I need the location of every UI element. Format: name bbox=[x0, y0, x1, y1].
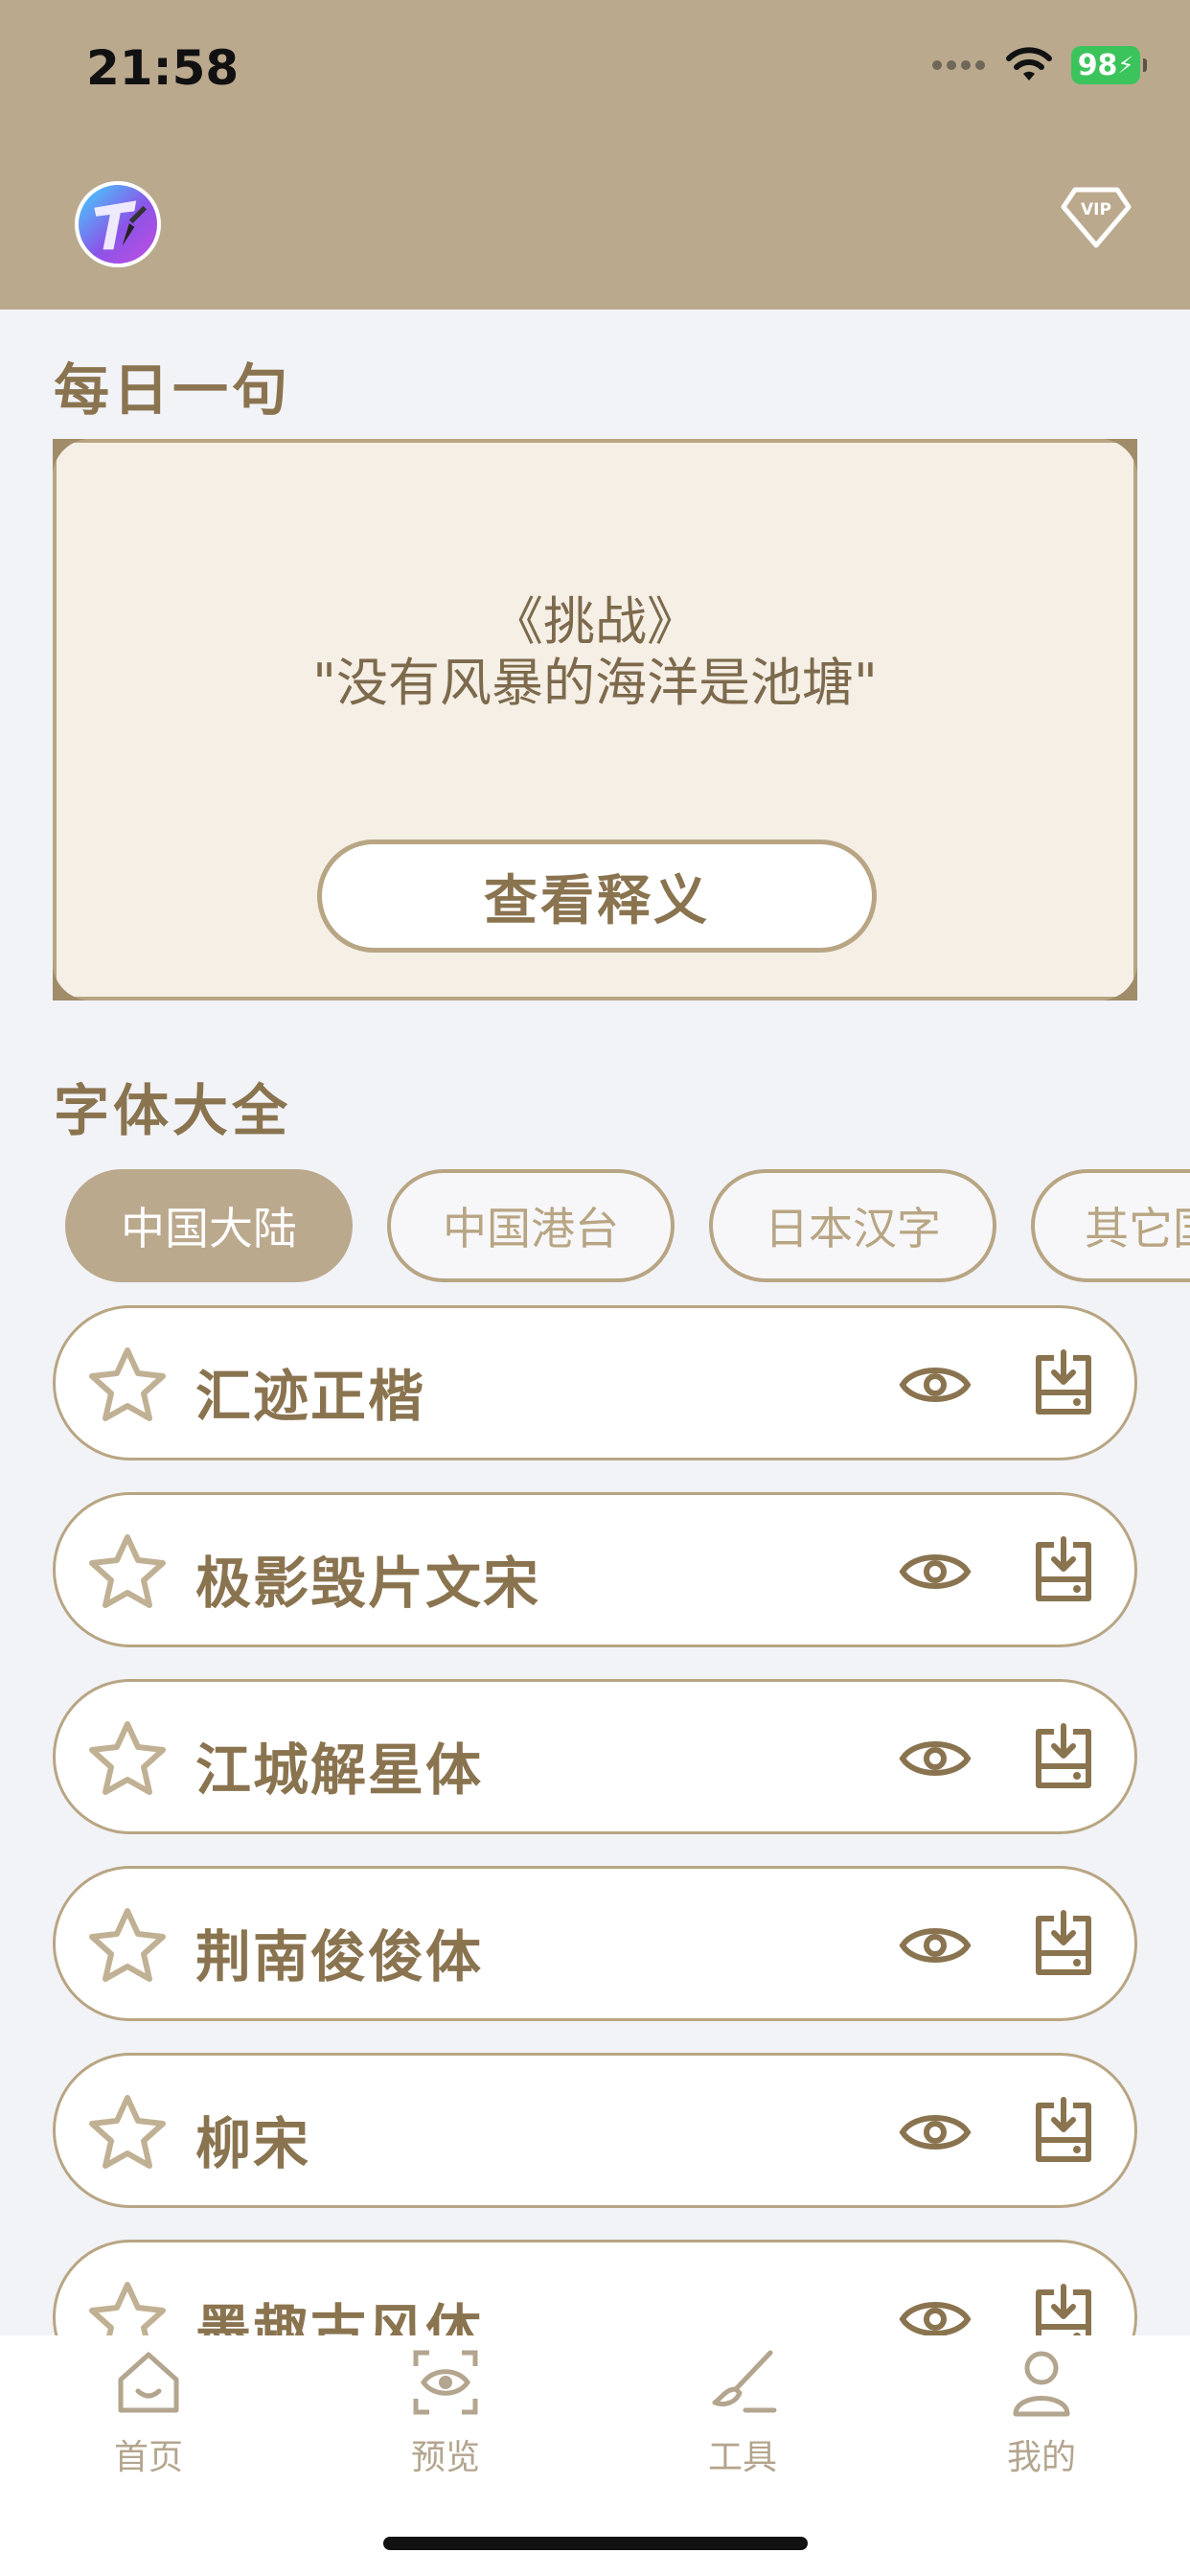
category-chip-other[interactable]: 其它国 bbox=[1031, 1169, 1190, 1282]
tab-tools-label: 工具 bbox=[707, 2438, 777, 2477]
vip-diamond-icon[interactable]: VIP bbox=[1060, 184, 1133, 251]
font-list-item[interactable]: 荆南俊俊体 bbox=[53, 1866, 1137, 2021]
category-chip-mainland[interactable]: 中国大陆 bbox=[65, 1169, 353, 1282]
preview-eye-icon[interactable] bbox=[899, 1919, 972, 1972]
download-icon[interactable] bbox=[1033, 2096, 1094, 2165]
user-avatar[interactable] bbox=[75, 181, 161, 267]
brush-icon bbox=[712, 2350, 777, 2413]
font-list-item[interactable]: 汇迹正楷 bbox=[53, 1305, 1137, 1460]
font-name: 柳宋 bbox=[195, 2111, 311, 2176]
daily-quote-card: 《挑战》 "没有风暴的海洋是池塘" 查看释义 bbox=[53, 439, 1137, 1000]
view-meaning-button[interactable]: 查看释义 bbox=[317, 840, 877, 953]
font-name: 江城解星体 bbox=[195, 1737, 484, 1803]
status-indicators: 98 ⚡ bbox=[932, 46, 1147, 84]
download-icon[interactable] bbox=[1033, 1909, 1094, 1978]
font-list-item[interactable]: 江城解星体 bbox=[53, 1679, 1137, 1834]
favorite-star-icon[interactable] bbox=[86, 1718, 169, 1799]
home-icon bbox=[118, 2352, 179, 2413]
corner-ornament-icon bbox=[53, 439, 95, 481]
tab-profile-label: 我的 bbox=[1006, 2438, 1076, 2477]
profile-icon bbox=[1013, 2351, 1070, 2417]
favorite-star-icon[interactable] bbox=[86, 1345, 169, 1425]
app-logo-icon bbox=[94, 200, 148, 250]
font-list-item[interactable]: 极影毁片文宋 bbox=[53, 1492, 1137, 1647]
category-chip-japanese[interactable]: 日本汉字 bbox=[709, 1169, 996, 1282]
tab-profile[interactable]: 我的 bbox=[893, 2335, 1190, 2508]
font-list-item[interactable]: 柳宋 bbox=[53, 2053, 1137, 2208]
corner-ornament-icon bbox=[53, 958, 95, 1000]
tab-tools[interactable]: 工具 bbox=[594, 2335, 891, 2508]
wifi-icon bbox=[1006, 47, 1052, 80]
corner-ornament-icon bbox=[1095, 439, 1137, 481]
tab-home[interactable]: 首页 bbox=[0, 2335, 297, 2508]
daily-section-title: 每日一句 bbox=[54, 357, 292, 423]
tab-home-label: 首页 bbox=[113, 2438, 183, 2477]
app-header: 21:58 98 ⚡ VIP bbox=[0, 0, 1190, 310]
favorite-star-icon[interactable] bbox=[86, 1531, 169, 1612]
favorite-star-icon[interactable] bbox=[86, 2092, 169, 2173]
preview-eye-icon[interactable] bbox=[899, 2105, 972, 2159]
vip-label: VIP bbox=[1081, 200, 1111, 219]
quote-text: "没有风暴的海洋是池塘" bbox=[312, 653, 878, 713]
download-icon[interactable] bbox=[1033, 1348, 1094, 1417]
cellular-signal-icon bbox=[932, 60, 985, 70]
home-indicator[interactable] bbox=[383, 2537, 808, 2550]
category-chip-hk-tw[interactable]: 中国港台 bbox=[387, 1169, 675, 1282]
font-name: 极影毁片文宋 bbox=[195, 1551, 541, 1616]
download-icon[interactable] bbox=[1033, 1722, 1094, 1791]
battery-indicator: 98 ⚡ bbox=[1071, 46, 1147, 84]
preview-eye-icon[interactable] bbox=[899, 1732, 972, 1785]
preview-eye-icon[interactable] bbox=[899, 1545, 972, 1598]
status-time: 21:58 bbox=[86, 40, 240, 96]
favorite-star-icon[interactable] bbox=[86, 1905, 169, 1986]
charging-bolt-icon: ⚡ bbox=[1117, 52, 1134, 79]
corner-ornament-icon bbox=[1095, 958, 1137, 1000]
tab-preview[interactable]: 预览 bbox=[297, 2335, 594, 2508]
category-chips: 中国大陆 中国港台 日本汉字 其它国 bbox=[65, 1169, 1190, 1284]
preview-eye-icon[interactable] bbox=[899, 1358, 972, 1412]
download-icon[interactable] bbox=[1033, 1535, 1094, 1604]
font-name: 汇迹正楷 bbox=[195, 1364, 426, 1429]
tab-preview-label: 预览 bbox=[410, 2438, 480, 2477]
font-name: 荆南俊俊体 bbox=[195, 1924, 484, 1990]
battery-level: 98 bbox=[1077, 48, 1118, 82]
preview-eye-icon bbox=[413, 2350, 478, 2415]
fonts-section-title: 字体大全 bbox=[54, 1078, 292, 1143]
